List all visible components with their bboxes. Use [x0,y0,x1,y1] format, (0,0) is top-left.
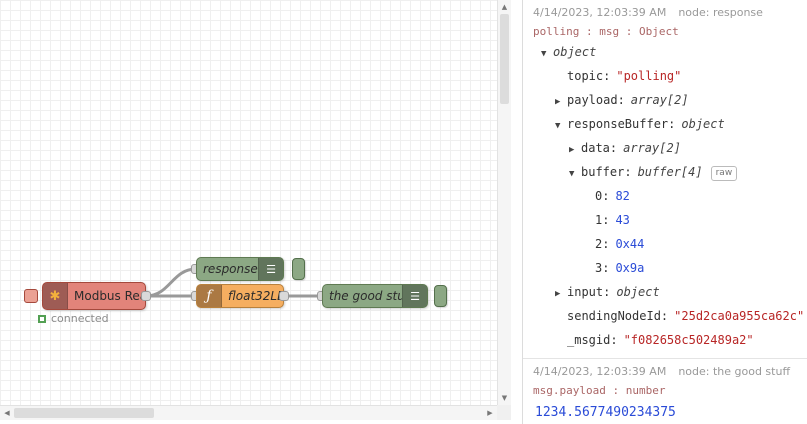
function-icon: ƒ [197,285,222,307]
node-the-good-stuff[interactable]: the good stuff ☰ [322,284,428,308]
debug-icon: ☰ [258,258,283,280]
node-red-window: ✱ Modbus Read connected response ☰ ƒ flo… [0,0,807,424]
node-response[interactable]: response ☰ [196,257,284,281]
scroll-right-icon[interactable]: ▶ [485,409,495,417]
expand-arrow-icon[interactable]: ▶ [569,138,581,162]
json-string-value: "polling" [616,69,682,83]
json-key: 2: [595,237,610,251]
expand-arrow-icon[interactable]: ▶ [555,90,567,114]
json-tree: ▼ object topic: "polling" ▶ payload: array[2… [533,40,804,352]
collapse-arrow-icon[interactable]: ▼ [541,42,553,66]
json-type: buffer[4] [637,165,703,179]
json-key: input: [567,285,611,299]
modbus-node-button[interactable] [24,289,38,303]
json-key: responseBuffer: [567,117,676,131]
node-label: Modbus Read [74,289,145,303]
json-key: buffer: [581,165,632,179]
node-label: response [203,262,258,276]
json-key: _msgid: [567,333,618,347]
node-modbus-read[interactable]: ✱ Modbus Read [42,282,146,310]
vertical-scroll-thumb[interactable] [500,14,509,104]
flow-canvas[interactable]: ✱ Modbus Read connected response ☰ ƒ flo… [0,0,497,405]
debug-icon: ☰ [402,285,427,307]
collapse-arrow-icon[interactable]: ▼ [569,162,581,186]
tree-row: 3: 0x9a [533,256,800,280]
json-key: sendingNodeId: [567,309,669,323]
scroll-up-icon[interactable]: ▲ [498,3,511,11]
scroll-left-icon[interactable]: ◀ [2,409,12,417]
tree-row: sendingNodeId: "25d2ca0a955ca62c" [533,304,804,328]
wire-layer [144,267,324,298]
debug-icon-glyph: ☰ [266,262,276,276]
expand-arrow-icon[interactable]: ▶ [555,282,567,306]
json-string-value: "25d2ca0a955ca62c" [674,309,805,323]
raw-toggle-button[interactable]: raw [710,166,738,181]
payload-number-value: 1234.5677490234375 [535,405,676,420]
node-status: connected [38,312,109,325]
debug-message: 4/14/2023, 12:03:39 AM node: response po… [523,0,807,359]
debug-icon-glyph: ☰ [410,289,420,303]
json-string-value: "f082658c502489a2" [623,333,754,347]
timestamp: 4/14/2023, 12:03:39 AM [533,365,667,378]
output-port[interactable] [279,291,289,301]
json-number-value: 0x9a [615,261,645,275]
json-type: object [616,285,660,299]
json-number-value: 82 [615,189,630,203]
json-type: array[2] [630,93,689,107]
debug-toggle-button[interactable] [292,258,305,280]
node-float32le[interactable]: ƒ float32LE [196,284,284,308]
modbus-icon: ✱ [43,283,68,309]
tree-row: _msgid: "f082658c502489a2" [533,328,800,352]
scroll-down-icon[interactable]: ▼ [498,394,511,402]
horizontal-scrollbar[interactable]: ◀ ▶ [0,405,497,420]
tree-row: ▼ buffer: buffer[4] raw [533,160,800,184]
horizontal-scroll-thumb[interactable] [14,408,154,418]
json-key: 1: [595,213,610,227]
modbus-icon-glyph: ✱ [49,288,61,304]
source-node: node: the good stuff [678,365,791,378]
json-key: 3: [595,261,610,275]
tree-row: ▶ input: object [533,280,800,304]
debug-message-header: 4/14/2023, 12:03:39 AM node: the good st… [533,365,800,378]
json-number-value: 0x44 [615,237,645,251]
tree-row: ▼ object [533,40,800,64]
tree-row: 2: 0x44 [533,232,800,256]
tree-row: ▶ data: array[2] [533,136,800,160]
collapse-arrow-icon[interactable]: ▼ [555,114,567,138]
json-key: data: [581,141,618,155]
function-icon-glyph: ƒ [206,288,212,304]
status-label: connected [51,312,109,325]
node-label: the good stuff [329,289,402,303]
message-path: msg.payload : number [533,384,666,397]
output-port[interactable] [141,291,151,301]
tree-row: 0: 82 [533,184,800,208]
json-type: object [681,117,725,131]
json-type: object [553,45,597,59]
timestamp: 4/14/2023, 12:03:39 AM [533,6,667,19]
json-number-value: 43 [615,213,630,227]
vertical-scrollbar[interactable]: ▲ ▼ [497,0,511,405]
debug-sidebar: 4/14/2023, 12:03:39 AM node: response po… [522,0,807,424]
wire[interactable] [144,267,198,298]
tree-row: 1: 43 [533,208,800,232]
tree-row: ▼ responseBuffer: object [533,112,800,136]
status-ring-icon [38,314,46,323]
tree-row: topic: "polling" [533,64,800,88]
json-type: array[2] [623,141,681,155]
json-key: topic: [567,69,611,83]
debug-toggle-button[interactable] [434,285,447,307]
scrollbar-corner [497,405,511,420]
debug-message-header: 4/14/2023, 12:03:39 AM node: response [533,6,800,19]
json-key: payload: [567,93,625,107]
tree-row: ▶ payload: array[2] [533,88,800,112]
node-label: float32LE [228,289,283,303]
message-path: polling : msg : Object [533,25,679,38]
debug-message: 4/14/2023, 12:03:39 AM node: the good st… [523,359,807,424]
json-key: 0: [595,189,610,203]
source-node: node: response [678,6,763,19]
